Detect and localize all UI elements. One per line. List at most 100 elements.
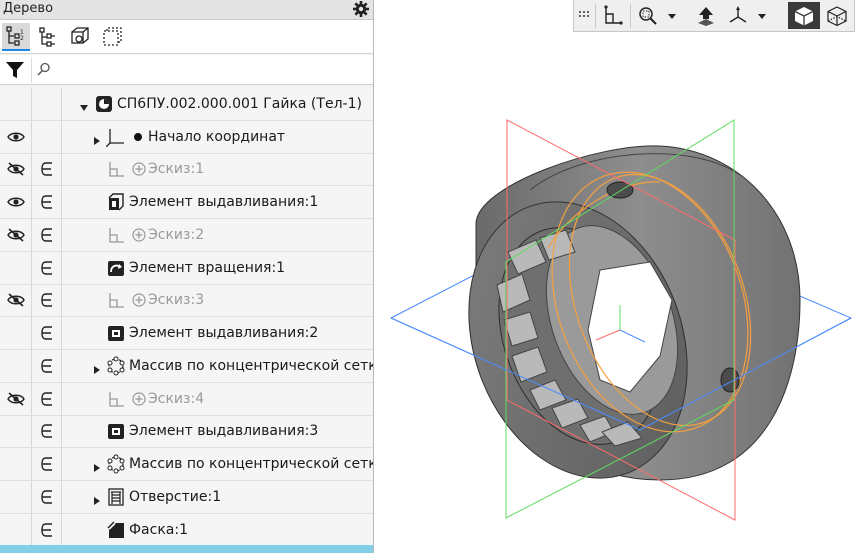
- filter-icon[interactable]: [5, 60, 25, 80]
- visibility-cell[interactable]: [0, 88, 32, 120]
- element-of-icon: [40, 260, 52, 275]
- shaded-view-icon: [794, 6, 814, 25]
- tree-item[interactable]: Отверстие:1: [0, 481, 373, 514]
- shaded-view-button[interactable]: [788, 2, 820, 29]
- part-view-button[interactable]: [66, 23, 94, 51]
- sketch-view-button[interactable]: [598, 2, 628, 29]
- model-tree-panel: Дерево 1 2 СП6ПУ.002.000.001 Гайка (Тел-…: [0, 0, 374, 553]
- visibility-cell[interactable]: [0, 481, 32, 513]
- tree-item[interactable]: Эскиз:3: [0, 284, 373, 318]
- visibility-cell[interactable]: [0, 186, 32, 218]
- tree-item-label: Эскиз:4: [148, 390, 205, 407]
- tree-root-item[interactable]: СП6ПУ.002.000.001 Гайка (Тел-1): [0, 88, 373, 121]
- visibility-cell[interactable]: [0, 415, 32, 448]
- nut-hole-bottom: [720, 367, 740, 393]
- search-input[interactable]: [31, 57, 373, 83]
- tree-item[interactable]: Элемент выдавливания:2: [0, 317, 373, 350]
- panel-header: Дерево: [0, 0, 373, 20]
- eye-hidden-icon[interactable]: [6, 227, 26, 243]
- eye-hidden-icon[interactable]: [6, 161, 26, 177]
- zoom-dropdown[interactable]: [664, 2, 680, 29]
- chamfer-icon: [107, 521, 124, 538]
- tree-item-label: Массив по концентрической сетке:: [129, 357, 374, 374]
- element-of-icon: [40, 195, 52, 209]
- dependency-cell: [32, 448, 62, 480]
- eye-hidden-icon[interactable]: [6, 292, 26, 308]
- tree-item[interactable]: Эскиз:2: [0, 219, 373, 252]
- tree-item-label: Элемент выдавливания:2: [129, 325, 319, 342]
- expand-arrow-icon[interactable]: [93, 493, 101, 505]
- visibility-cell[interactable]: [0, 513, 32, 546]
- dependency-cell: [32, 317, 62, 349]
- wireframe-view-button[interactable]: [822, 2, 852, 29]
- filter-row: [0, 55, 373, 85]
- sketch-icon: [109, 162, 124, 178]
- tree-item[interactable]: Элемент выдавливания:1: [0, 186, 373, 219]
- grip-icon: [579, 10, 589, 17]
- extrude-cut-icon: [108, 326, 124, 342]
- tree-item[interactable]: Фаска:1: [0, 513, 373, 547]
- gear-icon[interactable]: [352, 0, 370, 18]
- zoom-button[interactable]: [634, 2, 662, 29]
- visibility-cell[interactable]: [0, 251, 32, 284]
- tree-item[interactable]: Элемент выдавливания:3: [0, 415, 373, 449]
- sketch-icon: [109, 293, 124, 309]
- tree-item-label: Фаска:1: [129, 521, 188, 538]
- visibility-cell[interactable]: [0, 382, 32, 415]
- tree-item[interactable]: Массив по концентрической сетке:: [0, 448, 374, 481]
- tree-structure-button[interactable]: 1 2: [2, 23, 30, 51]
- hole-icon: [108, 488, 124, 506]
- normal-to-button[interactable]: [692, 2, 720, 29]
- visibility-cell[interactable]: [0, 284, 32, 317]
- sketch-icon: [109, 391, 124, 407]
- sketch-plus-icon: [132, 392, 146, 406]
- dependency-cell: [32, 219, 62, 251]
- expand-arrow-icon[interactable]: [93, 362, 101, 374]
- tree-hierarchy-button[interactable]: [34, 23, 62, 51]
- expand-arrow-icon[interactable]: [93, 460, 101, 473]
- dependency-cell: [32, 186, 62, 218]
- expand-arrow-icon[interactable]: [93, 133, 101, 145]
- search-icon: [37, 62, 50, 76]
- visibility-cell[interactable]: [0, 448, 32, 480]
- visibility-cell[interactable]: [0, 219, 32, 251]
- element-of-icon: [40, 326, 52, 340]
- element-of-icon: [40, 391, 52, 406]
- orientation-button[interactable]: [724, 2, 752, 29]
- tree-item[interactable]: Эскиз:4: [0, 382, 373, 416]
- visibility-cell[interactable]: [0, 153, 32, 186]
- collapse-arrow-icon[interactable]: [80, 100, 88, 111]
- tree-item[interactable]: Элемент вращения:1: [0, 251, 373, 285]
- element-of-icon: [40, 490, 52, 504]
- selection-frame-icon: [103, 27, 122, 46]
- tree-item-label: Эскиз:2: [148, 226, 205, 243]
- wireframe-view-icon: [827, 5, 847, 26]
- part-model-view[interactable]: [375, 0, 855, 553]
- tree-hierarchy-icon: [39, 27, 55, 47]
- tree-item[interactable]: Начало координат: [0, 120, 373, 154]
- origin-dot-icon: [134, 132, 142, 141]
- selection-frame-button[interactable]: [98, 23, 126, 51]
- tree-item[interactable]: Массив по концентрической сетке:: [0, 350, 374, 383]
- visibility-cell[interactable]: [0, 317, 32, 349]
- eye-icon[interactable]: [6, 130, 25, 144]
- tree-toolbar: 1 2: [0, 20, 373, 54]
- sketch-icon: [109, 227, 124, 243]
- eye-icon[interactable]: [6, 195, 25, 209]
- tree-structure-icon: 1 2: [6, 26, 24, 46]
- axes-orientation-icon: [729, 5, 747, 23]
- eye-hidden-icon[interactable]: [6, 391, 26, 407]
- model-tree: СП6ПУ.002.000.001 Гайка (Тел-1) Начало ко…: [0, 88, 374, 547]
- tree-item-label: Массив по концентрической сетке:: [129, 456, 374, 473]
- grip-handle[interactable]: [576, 2, 594, 29]
- orientation-dropdown[interactable]: [754, 2, 770, 29]
- tree-item-label: Элемент выдавливания:1: [129, 194, 319, 211]
- visibility-cell[interactable]: [0, 350, 32, 382]
- element-of-icon: [40, 359, 52, 373]
- visibility-cell[interactable]: [0, 120, 32, 153]
- dependency-cell: [32, 251, 62, 284]
- tree-item[interactable]: Эскиз:1: [0, 153, 373, 187]
- panel-title: Дерево: [3, 1, 54, 16]
- element-of-icon: [40, 228, 52, 242]
- dependency-cell: [32, 415, 62, 448]
